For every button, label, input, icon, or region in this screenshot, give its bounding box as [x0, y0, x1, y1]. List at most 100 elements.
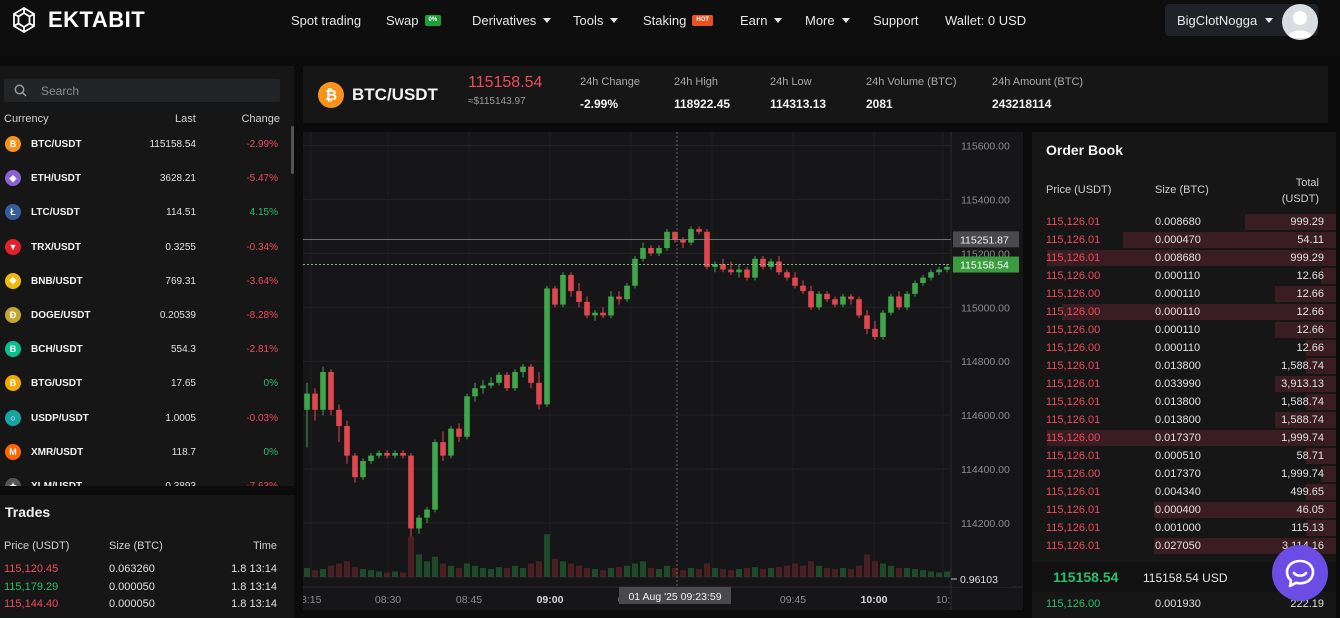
- market-last: 0.20539: [159, 310, 196, 321]
- trade-time: 1.8 13:14: [231, 580, 277, 593]
- candle-body: [320, 372, 326, 410]
- nav-swap[interactable]: Swap 0%: [386, 13, 442, 28]
- ask-row[interactable]: 115,126.01 0.001000 115.13: [1032, 519, 1336, 537]
- chat-support-button[interactable]: [1272, 545, 1328, 601]
- candle-body: [720, 264, 726, 270]
- ask-row[interactable]: 115,126.01 0.013800 1,588.74: [1032, 411, 1336, 429]
- ask-row[interactable]: 115,126.00 0.017370 1,999.74: [1032, 465, 1336, 483]
- ask-row[interactable]: 115,126.01 0.013800 1,588.74: [1032, 393, 1336, 411]
- stat-24h-low: 24h Low 114313.13: [770, 76, 827, 111]
- market-row[interactable]: ✦ XLM/USDT 0.3893 -7.63%: [0, 476, 290, 486]
- ask-size: 0.000110: [1155, 270, 1201, 282]
- candle-body: [376, 452, 382, 456]
- volume-bar: [792, 563, 798, 577]
- candle-body: [456, 428, 462, 437]
- nav-support[interactable]: Support: [873, 13, 919, 28]
- market-pair: BTC/USDT: [31, 139, 82, 150]
- candle-body: [752, 258, 758, 278]
- search-input[interactable]: [41, 83, 241, 98]
- brand-logo[interactable]: EKTABIT: [10, 6, 145, 34]
- market-row[interactable]: ◈ BNB/USDT 769.31 -3.64%: [0, 271, 290, 291]
- ask-row[interactable]: 115,126.00 0.017370 1,999.74: [1032, 429, 1336, 447]
- candle-body: [408, 455, 414, 529]
- ask-price: 115,126.01: [1046, 486, 1101, 498]
- nav-spot-trading[interactable]: Spot trading: [291, 13, 361, 28]
- ask-total: 58.71: [1296, 450, 1324, 462]
- order-book-title: Order Book: [1046, 142, 1124, 158]
- candle-body: [640, 247, 646, 259]
- market-row[interactable]: ▼ TRX/USDT 0.3255 -0.34%: [0, 237, 290, 257]
- ask-row[interactable]: 115,126.00 0.000110 12.66: [1032, 303, 1336, 321]
- ask-row[interactable]: 115,126.01 0.000400 46.05: [1032, 501, 1336, 519]
- nav-derivatives[interactable]: Derivatives: [472, 13, 552, 28]
- coin-icon: ◈: [5, 272, 21, 289]
- ask-row[interactable]: 115,126.01 0.000510 58.71: [1032, 447, 1336, 465]
- ask-total: 54.11: [1297, 234, 1324, 246]
- volume-bar: [584, 568, 590, 577]
- nav-staking[interactable]: Staking HOT: [643, 13, 714, 28]
- candle-body: [744, 269, 750, 278]
- candlestick-chart[interactable]: 115600.00115400.00115200.00115000.001148…: [301, 132, 1023, 610]
- market-row[interactable]: ◆ ETH/USDT 3628.21 -5.47%: [0, 168, 290, 188]
- candle-body: [696, 229, 702, 232]
- nav-wallet[interactable]: Wallet: 0 USD: [945, 13, 1026, 28]
- ticker-pair[interactable]: BTC/USDT: [352, 85, 438, 105]
- volume-bar: [736, 568, 742, 577]
- ask-price: 115,126.00: [1046, 342, 1101, 354]
- volume-bar: [328, 565, 334, 577]
- trades-panel: Trades Price (USDT) Size (BTC) Time 115,…: [0, 495, 294, 618]
- volume-bar: [464, 563, 470, 577]
- volume-bar: [864, 554, 870, 577]
- candle-body: [904, 293, 910, 308]
- nav-more[interactable]: More: [805, 13, 850, 28]
- ask-row[interactable]: 115,126.00 0.000110 12.66: [1032, 267, 1336, 285]
- market-row[interactable]: B BTG/USDT 17.65 0%: [0, 373, 290, 393]
- ask-row[interactable]: 115,126.00 0.000110 12.66: [1032, 321, 1336, 339]
- ask-row[interactable]: 115,126.00 0.000110 12.66: [1032, 285, 1336, 303]
- market-row[interactable]: ○ USDP/USDT 1.0005 -0.03%: [0, 408, 290, 428]
- volume-bar: [760, 568, 766, 577]
- nav-earn[interactable]: Earn: [740, 13, 783, 28]
- header-last[interactable]: Last: [175, 113, 196, 125]
- top-navigation-bar: EKTABIT Spot trading Swap 0% Derivatives …: [0, 0, 1340, 56]
- market-scrollbar[interactable]: [291, 126, 294, 174]
- market-list-panel: Currency Last Change B BTC/USDT 115158.54 -…: [0, 66, 294, 486]
- market-last: 554.3: [170, 344, 196, 356]
- header-change[interactable]: Change: [241, 113, 280, 125]
- ask-row[interactable]: 115,126.01 0.008680 999.29: [1032, 249, 1336, 267]
- candle-body: [680, 239, 686, 243]
- market-row[interactable]: B BTC/USDT 115158.54 -2.99%: [0, 134, 290, 154]
- ask-size: 0.017370: [1155, 432, 1201, 444]
- chevron-down-icon: [543, 17, 552, 23]
- y-tick-label: 114200.00: [961, 518, 1010, 530]
- price-chart[interactable]: 115600.00 115400.00 115200.00 115000.00 1148…: [301, 132, 1023, 610]
- candle-body: [632, 258, 638, 286]
- ask-row[interactable]: 115,126.01 0.033990 3,913.13: [1032, 375, 1336, 393]
- ask-row[interactable]: 115,126.00 0.000110 12.66: [1032, 339, 1336, 357]
- ask-row[interactable]: 115,126.01 0.013800 1,588.74: [1032, 357, 1336, 375]
- header-currency[interactable]: Currency: [4, 113, 49, 125]
- search-box[interactable]: [4, 79, 280, 102]
- coin-icon: ○: [5, 409, 21, 426]
- volume-bar: [576, 565, 582, 577]
- ask-row[interactable]: 115,126.01 0.004340 499.65: [1032, 483, 1336, 501]
- volume-bar: [376, 571, 382, 577]
- ask-price: 115,126.01: [1046, 252, 1101, 264]
- nav-tools[interactable]: Tools: [573, 13, 619, 28]
- brand-name: EKTABIT: [48, 7, 146, 32]
- ask-row[interactable]: 115,126.01 0.008680 999.29: [1032, 213, 1336, 231]
- market-last: 118.7: [171, 446, 196, 458]
- market-change: -8.28%: [246, 310, 278, 321]
- avatar[interactable]: [1282, 4, 1318, 40]
- ask-row[interactable]: 115,126.01 0.000470 54.11: [1032, 231, 1336, 249]
- stat-24h-amount: 24h Amount (BTC) 243218114: [992, 76, 1084, 111]
- ask-price: 115,126.00: [1046, 270, 1101, 282]
- volume-bar: [480, 568, 486, 577]
- user-menu[interactable]: BigClotNogga: [1165, 4, 1318, 40]
- volume-bar: [664, 565, 670, 577]
- market-row[interactable]: Ð DOGE/USDT 0.20539 -8.28%: [0, 305, 290, 325]
- market-row[interactable]: M XMR/USDT 118.7 0%: [0, 442, 290, 462]
- market-row[interactable]: Ł LTC/USDT 114.51 4.15%: [0, 202, 290, 222]
- market-row[interactable]: B BCH/USDT 554.3 -2.81%: [0, 339, 290, 359]
- candle-body: [440, 442, 446, 456]
